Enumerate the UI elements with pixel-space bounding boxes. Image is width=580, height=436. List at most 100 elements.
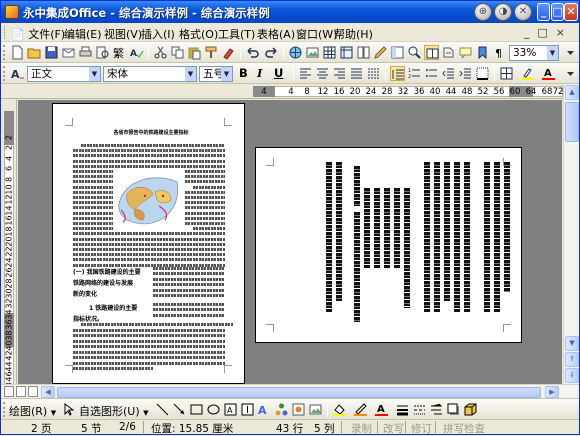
paste-icon[interactable] — [187, 45, 202, 60]
distribute-icon[interactable] — [366, 66, 381, 81]
chevron-down-icon[interactable]: ▼ — [547, 46, 558, 60]
vertical-textbox-icon[interactable] — [240, 402, 255, 417]
menu-tools[interactable]: 工具(T) — [218, 26, 255, 42]
bold-button[interactable]: B — [239, 66, 248, 80]
font-color-draw-icon[interactable]: A — [374, 402, 389, 417]
menu-view[interactable]: 视图(V) — [104, 26, 142, 42]
scroll-left-button[interactable]: ◀ — [41, 386, 55, 398]
spell-check-icon[interactable]: A — [129, 45, 144, 60]
align-center-icon[interactable] — [315, 66, 330, 81]
insert-spreadsheet-icon[interactable] — [339, 45, 354, 60]
horizontal-scroll-thumb[interactable] — [57, 387, 541, 398]
vertical-ruler[interactable]: 2 2 4 6 8 10 12 14 16 18 20 22 24 26 28 30 32 34 36 38 40 42 4… — [1, 99, 17, 392]
columns-icon[interactable] — [356, 45, 371, 60]
track-changes-icon[interactable] — [441, 45, 456, 60]
horizontal-ruler[interactable]: 4 4 8 12 16 20 24 28 32 36 40 44 48 52 56 60 64 68 72 — [1, 84, 579, 99]
horizontal-scroll-track[interactable]: ◀ ▶ — [41, 386, 561, 398]
menu-insert[interactable]: 插入(I) — [141, 26, 175, 42]
toolbar-grip[interactable] — [3, 402, 6, 417]
zoom-in-icon[interactable] — [407, 45, 422, 60]
comments-icon[interactable] — [458, 45, 473, 60]
chevron-down-icon[interactable]: ▼ — [89, 67, 100, 81]
document-window-controls[interactable]: _□× — [524, 26, 573, 39]
line-style-icon[interactable] — [395, 402, 410, 417]
toolbar-grip[interactable] — [3, 66, 6, 81]
textbox-tool-icon[interactable]: A — [223, 402, 238, 417]
close-button[interactable]: ✕ — [564, 3, 578, 21]
cut-icon[interactable] — [153, 45, 168, 60]
numbering-icon[interactable]: 12 — [407, 66, 422, 81]
highlight-icon[interactable] — [520, 66, 535, 81]
underline-button[interactable]: U — [274, 66, 283, 80]
open-folder-icon[interactable] — [27, 45, 42, 60]
table-borders-icon[interactable] — [499, 66, 514, 81]
traditional-chinese-icon[interactable]: 繁 — [112, 45, 127, 60]
clip-art-icon[interactable] — [291, 402, 306, 417]
menu-format[interactable]: 格式(O) — [179, 26, 218, 42]
shadow-style-icon[interactable] — [446, 402, 461, 417]
bookmark-icon[interactable] — [475, 45, 490, 60]
status-spell-check[interactable]: 拼写检查 — [443, 421, 485, 436]
copy-icon[interactable] — [170, 45, 185, 60]
diagram-icon[interactable] — [274, 402, 289, 417]
email-icon[interactable] — [61, 45, 76, 60]
horizontal-scrollbar[interactable]: ◀ ▶ — [1, 384, 579, 398]
hyperlink-icon[interactable] — [288, 45, 303, 60]
document-page-2[interactable] — [255, 147, 522, 343]
paragraph-mark-icon[interactable]: ¶ — [492, 45, 507, 60]
line-spacing-icon[interactable] — [390, 66, 405, 81]
arrow-tool-icon[interactable] — [172, 402, 187, 417]
menu-edit[interactable]: 编辑(E) — [64, 26, 102, 42]
undo-icon[interactable] — [245, 45, 260, 60]
3d-style-icon[interactable] — [463, 402, 478, 417]
style-combo[interactable]: 正文 ▼ — [27, 66, 101, 82]
previous-page-button[interactable]: ⇑ — [565, 352, 579, 367]
page-view-icon[interactable] — [16, 386, 26, 397]
select-objects-icon[interactable] — [61, 402, 76, 417]
brush-icon[interactable] — [221, 45, 236, 60]
title-bar[interactable]: 永中集成Office - 综合演示样例 - 综合演示样例 ⊕ ◑ ✕ _ □ ✕ — [1, 1, 579, 23]
toolbar-options-icon[interactable] — [563, 45, 578, 60]
rectangle-tool-icon[interactable] — [189, 402, 204, 417]
status-overtype[interactable]: 改写 — [383, 421, 404, 436]
document-page-1[interactable]: 各省市报告中的铁路建设主要指标 (一) 我国铁路建设的主要 铁路网络的建设与发展… — [52, 103, 245, 384]
align-left-icon[interactable] — [298, 66, 313, 81]
print-icon[interactable] — [78, 45, 93, 60]
line-color-icon[interactable] — [353, 402, 368, 417]
redo-icon[interactable] — [264, 45, 279, 60]
chevron-down-icon[interactable]: ▼ — [221, 67, 232, 81]
increase-indent-icon[interactable] — [458, 66, 473, 81]
document-map-icon[interactable] — [390, 45, 405, 60]
borders-icon[interactable] — [475, 66, 490, 81]
decrease-indent-icon[interactable] — [441, 66, 456, 81]
outline-view-icon[interactable] — [28, 386, 38, 397]
normal-view-icon[interactable] — [4, 386, 14, 397]
scroll-down-button[interactable]: ▼ — [565, 336, 579, 351]
menu-help[interactable]: 帮助(H) — [334, 26, 373, 42]
status-track-changes[interactable]: 修订 — [411, 421, 432, 436]
menu-table[interactable]: 表格(A) — [257, 26, 295, 42]
scroll-right-button[interactable]: ▶ — [545, 386, 559, 398]
scroll-up-button[interactable]: ▲ — [565, 85, 579, 100]
status-record[interactable]: 录制 — [351, 421, 372, 436]
align-right-icon[interactable] — [332, 66, 347, 81]
autoshapes-menu-button[interactable]: 自选图形(U) ▼ — [79, 403, 149, 419]
zoom-combo[interactable]: 33% ▼ — [509, 45, 559, 61]
insert-table-icon[interactable] — [322, 45, 337, 60]
menu-file[interactable]: 📄 文件(F) — [11, 26, 65, 42]
help-circle-icon[interactable]: ✕ — [514, 3, 532, 21]
minimize-button[interactable]: _ — [537, 3, 550, 21]
line-tool-icon[interactable] — [155, 402, 170, 417]
global-icon[interactable]: ⊕ — [474, 3, 492, 21]
reading-layout-icon[interactable] — [424, 45, 439, 60]
ellipse-tool-icon[interactable] — [206, 402, 221, 417]
maximize-button[interactable]: □ — [551, 3, 564, 21]
font-color-icon[interactable]: A — [541, 66, 556, 81]
menu-grip[interactable] — [4, 26, 7, 39]
vertical-scroll-thumb[interactable] — [565, 102, 579, 142]
arrow-style-icon[interactable] — [429, 402, 444, 417]
wordart-icon[interactable]: A — [257, 402, 272, 417]
toolbar-grip[interactable] — [3, 45, 6, 60]
menu-window[interactable]: 窗口(W) — [296, 26, 337, 42]
format-painter-icon[interactable] — [204, 45, 219, 60]
